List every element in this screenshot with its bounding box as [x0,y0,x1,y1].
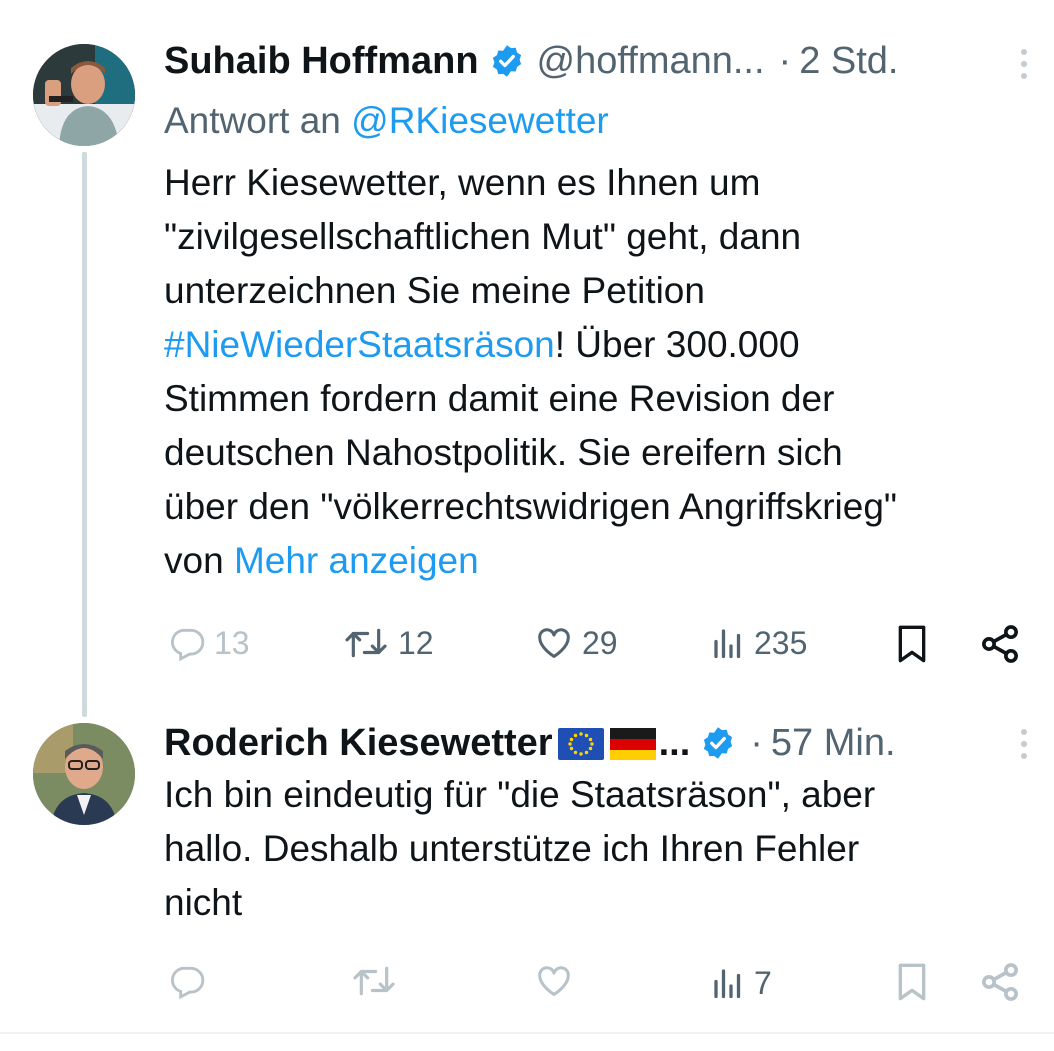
germany-flag-icon [609,726,657,760]
views-count: 7 [754,964,772,1001]
show-more-link[interactable]: Mehr anzeigen [234,540,479,581]
author-name[interactable]: Roderich Kiesewetter [164,720,553,766]
text-line: #NieWiederStaatsräson! Über 300.000 [164,318,1044,372]
separator-dot: · [778,40,792,82]
text-fragment: von [164,540,234,581]
name-truncation: ... [658,722,691,764]
reply-button[interactable] [168,962,206,1000]
retweet-icon [342,624,390,662]
share-icon [978,622,1022,666]
like-icon [534,962,574,1000]
reply-button[interactable]: 13 [168,624,250,662]
bookmark-icon [892,960,932,1004]
verified-badge-icon [700,725,736,761]
text-line: unterzeichnen Sie meine Petition [164,270,705,311]
bookmark-button[interactable] [892,622,932,666]
more-options-icon[interactable] [1014,44,1034,84]
thread-connector-line [82,152,87,717]
reply-icon [168,624,206,662]
author-handle[interactable]: @hoffmann... [537,38,765,84]
like-count: 29 [582,624,618,661]
text-line: nicht [164,882,243,923]
retweet-button[interactable]: 12 [342,624,434,662]
like-icon [534,624,574,662]
verified-badge-icon [489,43,525,79]
like-button[interactable] [534,962,574,1000]
retweet-icon [350,962,398,1000]
text-line: Herr Kiesewetter, wenn es Ihnen um [164,162,761,203]
views-icon [710,624,746,662]
hashtag-link[interactable]: #NieWiederStaatsräson [164,324,555,365]
text-line: deutschen Nahostpolitik. Sie ereifern si… [164,432,843,473]
tweet-1-text: Herr Kiesewetter, wenn es Ihnen um "zivi… [164,156,1044,588]
reply-prefix: Antwort an [164,100,341,141]
text-line: über den "völkerrechtswidrigen Angriffsk… [164,486,898,527]
like-button[interactable]: 29 [534,624,618,662]
share-button[interactable] [978,960,1022,1004]
text-line: von Mehr anzeigen [164,534,1044,588]
avatar-suhaib-hoffmann[interactable] [33,44,135,146]
tweet-time[interactable]: 57 Min. [771,720,896,766]
views-count: 235 [754,624,808,661]
views-button[interactable]: 7 [710,964,772,1002]
eu-flag-icon [557,726,605,760]
text-line: "zivilgesellschaftlichen Mut" geht, dann [164,216,802,257]
avatar-roderich-kiesewetter[interactable] [33,723,135,825]
tweet-1-actions: 13 12 29 235 [164,618,1034,668]
bookmark-icon [892,622,932,666]
reply-icon [168,962,206,1000]
bookmark-button[interactable] [892,960,932,1004]
reply-context: Antwort an @RKiesewetter [164,98,609,144]
text-fragment: ! Über 300.000 [554,324,800,365]
text-line: Stimmen fordern damit eine Revision der [164,378,835,419]
tweet-2-text: Ich bin eindeutig für "die Staatsräson",… [164,768,1044,930]
separator-dot: · [750,722,763,764]
tweet-1-header: Suhaib Hoffmann @hoffmann... · 2 Std. [164,38,899,84]
reply-count: 13 [214,624,250,661]
share-icon [978,960,1022,1004]
views-icon [710,964,746,1002]
text-line: hallo. Deshalb unterstütze ich Ihren Feh… [164,828,860,869]
more-options-icon[interactable] [1014,724,1034,764]
tweet-divider [0,1032,1054,1034]
retweet-button[interactable] [350,962,398,1000]
retweet-count: 12 [398,624,434,661]
reply-handle-link[interactable]: @RKiesewetter [351,100,609,141]
tweet-2-actions: 7 [164,958,1034,1008]
tweet-time[interactable]: 2 Std. [799,38,898,84]
text-line: Ich bin eindeutig für "die Staatsräson",… [164,774,876,815]
views-button[interactable]: 235 [710,624,807,662]
tweet-2-header: Roderich Kiesewetter ... · 57 Min. [164,720,896,766]
author-name[interactable]: Suhaib Hoffmann [164,38,479,84]
share-button[interactable] [978,622,1022,666]
